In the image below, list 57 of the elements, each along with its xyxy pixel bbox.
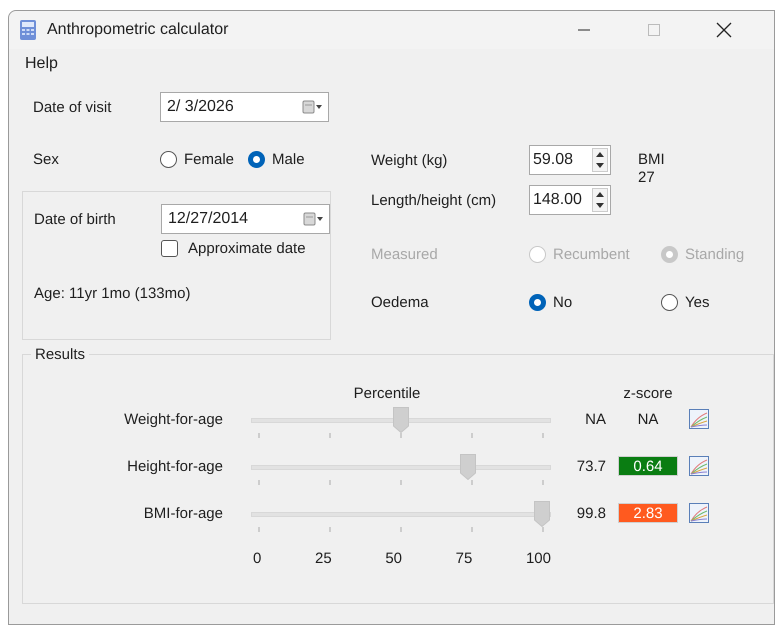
radio-button[interactable]: Female — [160, 150, 234, 168]
age-text: Age: 11yr 1mo (133mo) — [34, 285, 192, 302]
checkbox[interactable]: Approximate date — [161, 240, 330, 257]
growth-chart-button[interactable] — [689, 456, 709, 476]
growth-chart-button[interactable] — [689, 409, 709, 429]
field-label: Date of visit — [33, 98, 112, 116]
calendar-dropdown-icon — [303, 212, 323, 226]
maximize-icon — [647, 23, 661, 37]
spinner-arrows-icon — [592, 188, 608, 212]
field-label: Measured — [371, 246, 439, 262]
scale-label: 75 — [456, 550, 472, 566]
radio-button[interactable]: Male — [248, 150, 305, 168]
row-label: BMI-for-age — [144, 504, 223, 522]
slider-thumb[interactable] — [393, 407, 409, 433]
zscore-badge: 0.64 — [618, 456, 678, 476]
slider-thumb[interactable] — [460, 454, 476, 480]
scale-label: 100 — [526, 550, 551, 566]
scale-label: 0 — [253, 550, 262, 566]
slider[interactable] — [251, 454, 551, 480]
slider-thumb[interactable] — [534, 501, 550, 527]
zscore-badge: 2.83 — [618, 503, 678, 523]
field-label: Weight (kg) — [371, 152, 448, 168]
menu-item[interactable]: Help — [17, 53, 66, 75]
date-field[interactable]: 12/27/2014 — [161, 204, 330, 234]
scale-label: 25 — [314, 550, 332, 566]
window-title: Anthropometric calculator — [47, 21, 230, 39]
calendar-dropdown-icon — [302, 100, 322, 114]
number-field[interactable]: 59.08 — [529, 145, 611, 175]
bmi-value: 27 — [638, 169, 656, 187]
bmi-label: BMI — [638, 151, 666, 169]
scale-label: 50 — [385, 550, 402, 566]
field-label: Length/height (cm) — [371, 192, 498, 208]
field-label: Date of birth — [34, 210, 117, 228]
column-header: Percentile — [354, 384, 420, 402]
line-chart-icon — [689, 409, 709, 429]
growth-chart-button[interactable] — [689, 503, 709, 523]
zscore-value: NA — [636, 410, 660, 428]
slider[interactable] — [251, 501, 551, 527]
row-label: Height-for-age — [127, 458, 223, 474]
field-label: Oedema — [371, 294, 430, 310]
percentile-value: 99.8 — [576, 504, 606, 522]
spinner-arrows-icon — [592, 148, 608, 172]
row-label: Weight-for-age — [124, 410, 223, 428]
slider[interactable] — [251, 407, 551, 433]
line-chart-icon — [689, 456, 709, 476]
percentile-value: NA — [585, 410, 606, 428]
line-chart-icon — [689, 503, 709, 523]
radio-button[interactable]: No — [529, 294, 661, 310]
field-label: Sex — [33, 150, 60, 168]
radio-button[interactable]: Yes — [661, 294, 774, 310]
close-icon — [716, 22, 732, 38]
column-header: z-score — [623, 384, 673, 402]
calculator-icon — [19, 19, 37, 41]
number-field[interactable]: 148.00 — [529, 185, 611, 215]
percentile-value: 73.7 — [576, 458, 606, 474]
minimize-icon — [577, 29, 591, 31]
date-field[interactable]: 2/ 3/2026 — [160, 92, 329, 122]
